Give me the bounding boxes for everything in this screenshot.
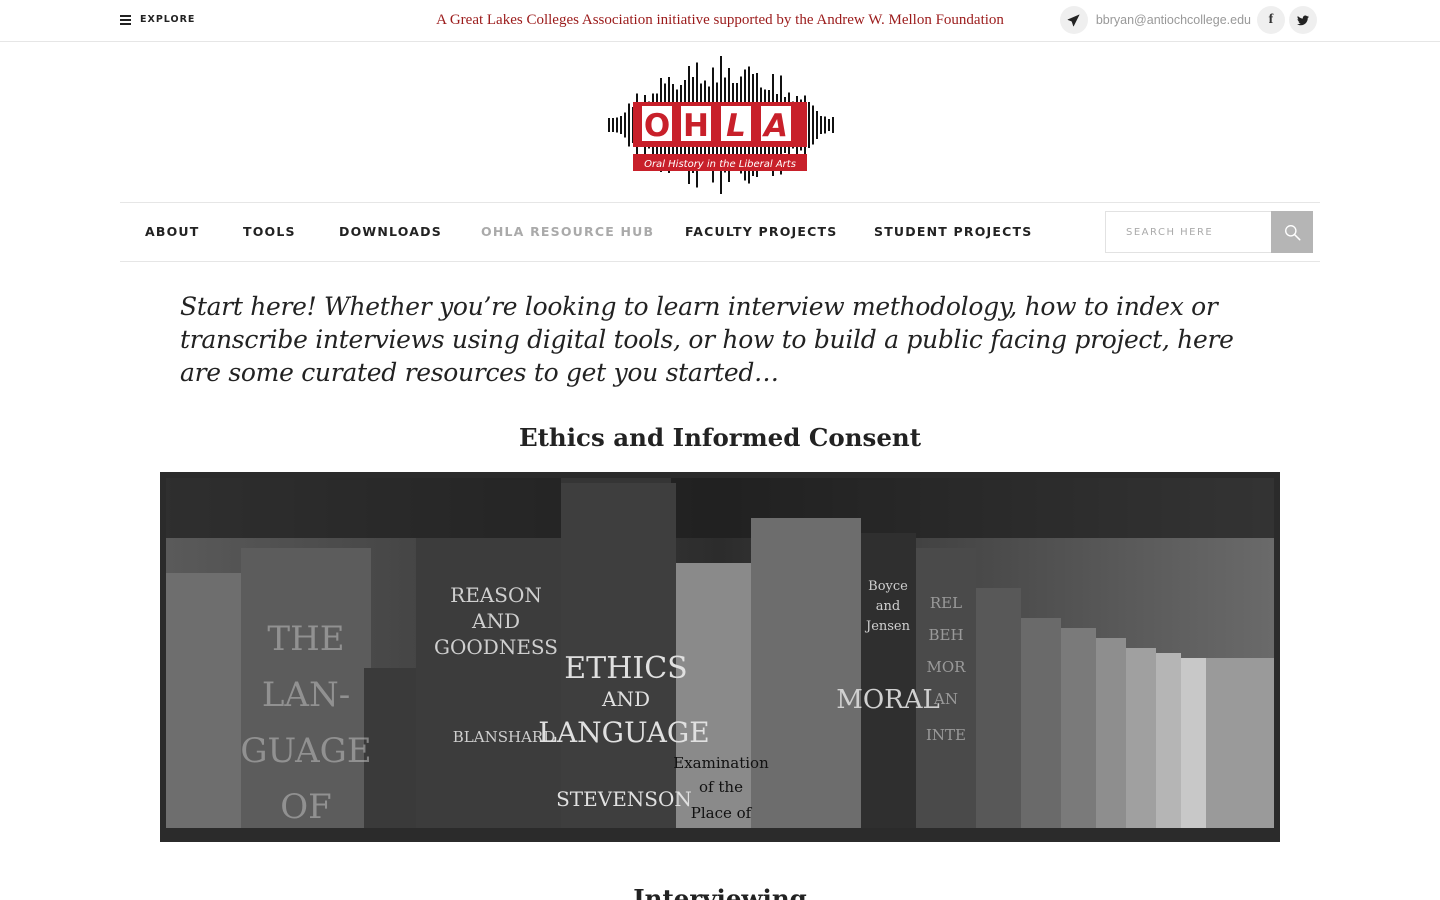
nav-item-tools[interactable]: TOOLS [243,224,296,239]
search-box [1105,211,1271,253]
sound-wave-bar [824,116,826,134]
book-spine [1096,638,1126,828]
sound-wave-bar [828,119,830,131]
spine-text-line: INTE [926,726,966,744]
logo-letter-h: H [683,108,709,144]
spine-text-line: Boyce [868,579,908,594]
logo-letter-l: L [726,108,746,144]
nav-item-faculty-projects[interactable]: FACULTY PROJECTS [685,224,837,239]
spine-text-line: REASON [450,583,542,607]
book-spine [1126,648,1156,828]
bookshelf-photo: THE LAN- GUAGE OF REASON AND GOODNESS BL… [166,478,1274,828]
book-spine [1061,628,1096,828]
sound-wave-bar [608,118,610,132]
book-spine [976,588,1021,828]
intro-text: Start here! Whether you’re looking to le… [180,292,1234,387]
search-input[interactable] [1106,212,1271,252]
book-spine [1181,658,1206,828]
twitter-icon [1297,15,1309,25]
sound-wave-bar [612,118,614,132]
search-icon [1284,224,1300,240]
contact-links: bbryan@antiochcollege.edu f [1059,6,1317,34]
email-address[interactable]: bbryan@antiochcollege.edu [1096,13,1251,27]
sound-wave-bar [620,116,622,134]
sound-wave-bar [628,103,630,147]
logo-graphic: O H L A Oral History in the Liberal Arts [608,56,834,194]
logo-letter-o: O [644,108,670,144]
spine-text-line: AN [933,690,958,708]
sound-wave-bar [820,116,822,134]
book-spine [1156,653,1181,828]
logo-letter-a: A [761,108,788,144]
main-nav: ABOUT TOOLS DOWNLOADS OHLA RESOURCE HUB … [120,202,1320,262]
section-title-ethics: Ethics and Informed Consent [518,423,922,452]
spine-text-line: LANGUAGE [538,716,709,749]
nav-item-downloads[interactable]: DOWNLOADS [339,224,442,239]
spine-text-line: BEH [928,626,963,644]
sound-wave-bar [808,102,810,148]
nav-item-ohla-resource-hub[interactable]: OHLA RESOURCE HUB [481,224,654,239]
book-spine [416,538,561,828]
sound-wave-bar [624,112,626,138]
spine-text-line: REL [930,594,962,612]
nav-item-student-projects[interactable]: STUDENT PROJECTS [874,224,1032,239]
spine-text-line: MORAL [836,685,940,715]
facebook-icon: f [1268,12,1274,27]
spine-text-line: LAN- [262,675,350,715]
spine-text-line: of the [699,778,743,796]
feature-image-bookshelf[interactable]: THE LAN- GUAGE OF REASON AND GOODNESS BL… [160,472,1280,842]
book-spine [751,518,861,828]
spine-text-line: GOODNESS [434,635,558,659]
shelf-shadow [166,478,1274,538]
spine-text-line: STEVENSON [556,787,692,811]
book-spine [166,573,241,828]
top-bar: EXPLORE A Great Lakes Colleges Associati… [0,0,1440,42]
book-spine [861,533,916,828]
sound-wave-bar [616,117,618,133]
spine-text-line: AND [601,687,650,711]
paper-plane-icon [1067,14,1080,26]
logo-subtitle: Oral History in the Liberal Arts [644,159,796,170]
spine-text-line: OF [280,787,331,827]
spine-text-line: ETHICS [564,651,687,686]
nav-item-about[interactable]: ABOUT [145,224,200,239]
sound-wave-bar [816,111,818,139]
search-button[interactable] [1271,211,1313,253]
section-title-interviewing: Interviewing [633,884,807,900]
spine-text-line: Jensen [864,619,911,634]
sound-wave-bar [812,105,814,145]
spine-text-line: Examination [673,754,769,772]
spine-text-line: Place of [691,804,753,822]
twitter-button[interactable] [1289,6,1317,34]
spine-text-line: and [876,599,900,614]
spine-text-line: THE [267,619,344,659]
email-link-button[interactable] [1059,6,1088,34]
ohla-logo[interactable]: O H L A Oral History in the Liberal Arts [606,50,834,196]
spine-text-line: MOR [927,658,967,676]
spine-text-line: GUAGE [240,731,371,771]
sound-wave-bar [832,117,834,133]
facebook-button[interactable]: f [1257,6,1285,34]
book-spine [1206,658,1274,828]
book-spine [1021,618,1061,828]
spine-text-line: AND [471,609,520,633]
